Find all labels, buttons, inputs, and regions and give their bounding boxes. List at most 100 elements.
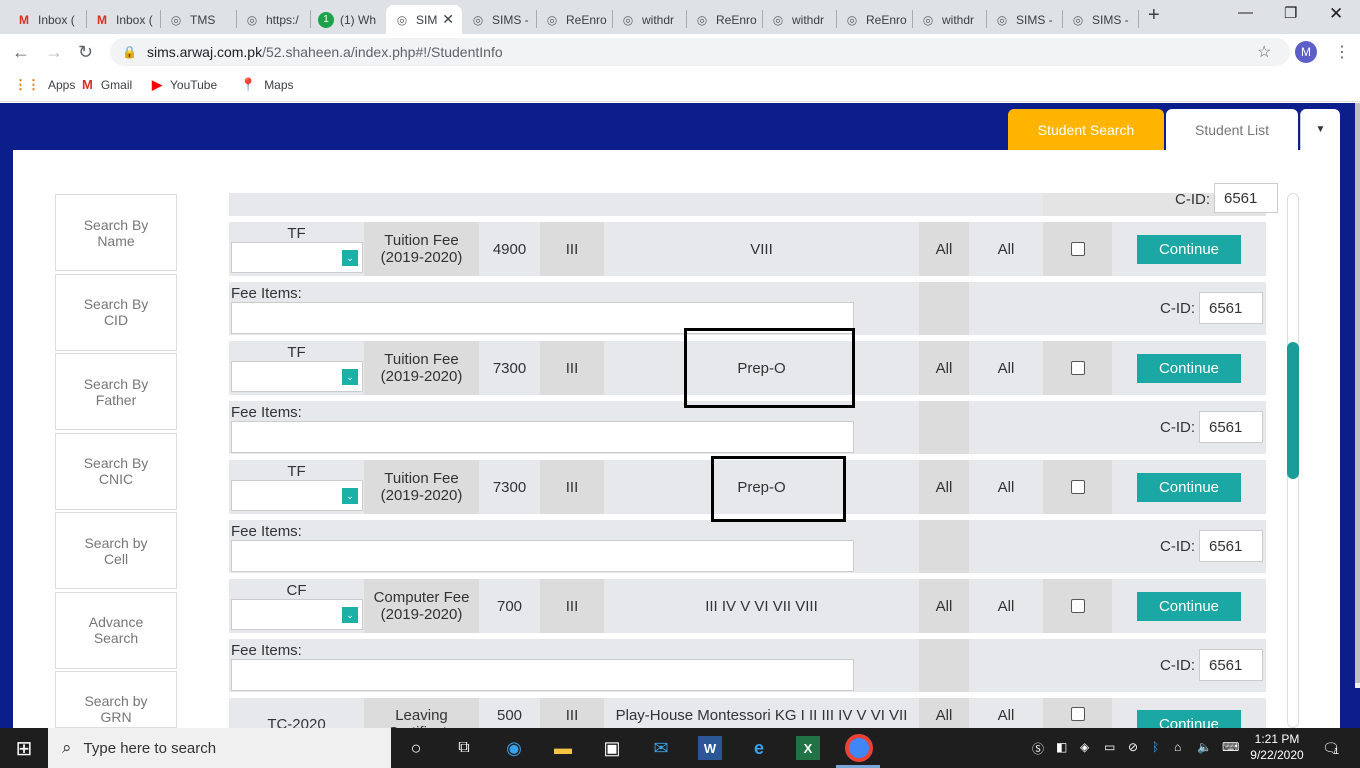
browser-menu-icon[interactable]: ⋮: [1334, 42, 1350, 62]
file-explorer-icon[interactable]: ▬: [551, 736, 575, 760]
bookmark-gmail[interactable]: M Gmail: [82, 77, 132, 92]
tab-title: SIMS -: [1016, 12, 1053, 27]
back-button[interactable]: ←: [12, 42, 30, 63]
mail-icon[interactable]: ✉: [649, 736, 673, 760]
excel-icon[interactable]: X: [796, 736, 820, 760]
store-icon[interactable]: ▣: [600, 736, 624, 760]
wifi-off-icon[interactable]: ⊘: [1128, 740, 1138, 754]
display-icon[interactable]: ▭: [1104, 740, 1115, 754]
continue-button[interactable]: Continue: [1137, 472, 1241, 502]
sidebar-item-search-by-grn[interactable]: Search by GRN: [55, 671, 177, 728]
url-input[interactable]: 🔒 sims.arwaj.com.pk /52.shaheen.a/index.…: [110, 38, 1290, 66]
cid-input[interactable]: 6561: [1199, 411, 1263, 443]
cortana-icon[interactable]: ○: [404, 736, 428, 760]
tab-favicon-icon: ◎: [472, 12, 484, 27]
page-scrollbar-thumb[interactable]: [1355, 103, 1360, 683]
cid-input[interactable]: 6561: [1199, 649, 1263, 681]
close-tab-icon[interactable]: ✕: [442, 11, 454, 28]
tab-favicon-icon: ◎: [246, 12, 258, 27]
fee-items-input[interactable]: [231, 421, 854, 453]
reload-button[interactable]: ↻: [78, 42, 93, 63]
sidebar-item-search-by-cell[interactable]: Search by Cell: [55, 512, 177, 589]
fee-select-checkbox[interactable]: [1070, 480, 1085, 494]
windows-start-icon[interactable]: ⊞: [12, 736, 36, 760]
fee-select-checkbox[interactable]: [1070, 242, 1085, 256]
edge-icon[interactable]: ◉: [502, 736, 526, 760]
sidebar-item-search-by-cid[interactable]: Search By CID: [55, 273, 177, 351]
fee-code: TF: [287, 463, 306, 480]
taskbar-clock[interactable]: 1:21 PM 9/22/2020: [1248, 731, 1306, 763]
bookmark-maps[interactable]: 📍 Maps: [240, 77, 294, 93]
task-view-icon[interactable]: ⧉: [452, 736, 476, 760]
caret-down-icon: ▼: [1315, 124, 1326, 135]
tab-student-search[interactable]: Student Search: [1008, 109, 1164, 150]
highlight-box: [684, 328, 855, 408]
language-icon[interactable]: ⌨: [1222, 740, 1239, 754]
fee-items-input[interactable]: [231, 540, 854, 572]
browser-tab[interactable]: M Inbox (: [86, 5, 160, 34]
browser-tab[interactable]: ◎ withdr: [612, 5, 686, 34]
fee-amount: 4900: [479, 222, 540, 276]
fee-select-checkbox[interactable]: [1070, 361, 1085, 375]
continue-button[interactable]: Continue: [1137, 234, 1241, 264]
sidebar-item-search-by-name[interactable]: Search By Name: [55, 194, 177, 271]
browser-tab[interactable]: ◎ SIMS -: [462, 5, 536, 34]
sidebar-item-search-by-cnic[interactable]: Search By CNIC: [55, 432, 177, 510]
fee-items-input[interactable]: [231, 659, 854, 691]
bookmark-youtube[interactable]: ▶ YouTube: [152, 77, 217, 93]
bookmark-apps[interactable]: ⋮⋮ Apps: [14, 77, 75, 93]
tab-title: withdr: [792, 12, 825, 27]
fee-code-cell: TF ⌄: [229, 460, 364, 514]
cid-input[interactable]: 6561: [1199, 530, 1263, 562]
browser-tab[interactable]: ◎ SIM ✕: [386, 5, 462, 34]
browser-tab[interactable]: ◎ ReEnro: [536, 5, 612, 34]
cid-input[interactable]: 6561: [1214, 183, 1278, 213]
chrome-icon[interactable]: [845, 734, 873, 762]
fee-select-checkbox[interactable]: [1070, 599, 1085, 613]
new-tab-button[interactable]: +: [1148, 4, 1160, 27]
taskbar-search-input[interactable]: ⌕ Type here to search: [48, 728, 391, 768]
browser-tab[interactable]: ◎ ReEnro: [836, 5, 912, 34]
internet-explorer-icon[interactable]: e: [747, 736, 771, 760]
browser-tab[interactable]: ◎ withdr: [762, 5, 836, 34]
bookmark-star-icon[interactable]: ☆: [1257, 42, 1271, 62]
profile-avatar[interactable]: M: [1295, 41, 1317, 63]
table-scrollbar-thumb[interactable]: [1287, 342, 1299, 479]
fee-select[interactable]: ⌄: [231, 480, 363, 511]
forward-button[interactable]: →: [45, 42, 63, 63]
tab-dropdown-toggle[interactable]: ▼: [1300, 109, 1340, 150]
close-window-button[interactable]: ✕: [1329, 4, 1343, 24]
sidebar-item-search-by-father[interactable]: Search By Father: [55, 353, 177, 430]
fee-name: Tuition Fee (2019-2020): [364, 341, 479, 395]
tab-title: (1) Wh: [340, 12, 376, 27]
fee-level: III: [540, 698, 604, 728]
browser-tab[interactable]: ◎ TMS: [160, 5, 236, 34]
cid-input[interactable]: 6561: [1199, 292, 1263, 324]
bluetooth-icon[interactable]: ᛒ: [1152, 740, 1159, 754]
shield-icon[interactable]: ◧: [1056, 740, 1067, 754]
fee-select[interactable]: ⌄: [231, 361, 363, 392]
browser-tab[interactable]: ◎ ReEnro: [686, 5, 762, 34]
fee-select[interactable]: ⌄: [231, 599, 363, 630]
browser-tab[interactable]: M Inbox (: [8, 5, 86, 34]
browser-tab[interactable]: ◎ withdr: [912, 5, 986, 34]
sidebar-item-advance-search[interactable]: Advance Search: [55, 591, 177, 669]
restore-button[interactable]: ❐: [1284, 4, 1297, 22]
skype-icon[interactable]: Ⓢ: [1032, 740, 1044, 757]
ethernet-icon[interactable]: ⌂: [1174, 740, 1181, 754]
fee-select[interactable]: ⌄: [231, 242, 363, 273]
browser-tab[interactable]: 1 (1) Wh: [310, 5, 386, 34]
browser-tab-strip: + — ❐ ✕ M Inbox (M Inbox (◎ TMS ◎ https:/ 1 (1)…: [0, 0, 1360, 34]
browser-tab[interactable]: ◎ SIMS -: [986, 5, 1062, 34]
tab-title: Inbox (: [38, 12, 75, 27]
continue-button[interactable]: Continue: [1137, 591, 1241, 621]
tab-student-list[interactable]: Student List: [1166, 109, 1298, 150]
fee-select-checkbox[interactable]: [1070, 707, 1085, 721]
browser-tab[interactable]: ◎ SIMS -: [1062, 5, 1138, 34]
browser-tab[interactable]: ◎ https:/: [236, 5, 310, 34]
continue-button[interactable]: Continue: [1137, 353, 1241, 383]
word-icon[interactable]: W: [698, 736, 722, 760]
minimize-button[interactable]: —: [1238, 4, 1253, 21]
network-app-icon[interactable]: ◈: [1080, 740, 1089, 754]
volume-icon[interactable]: 🔈: [1197, 740, 1212, 754]
